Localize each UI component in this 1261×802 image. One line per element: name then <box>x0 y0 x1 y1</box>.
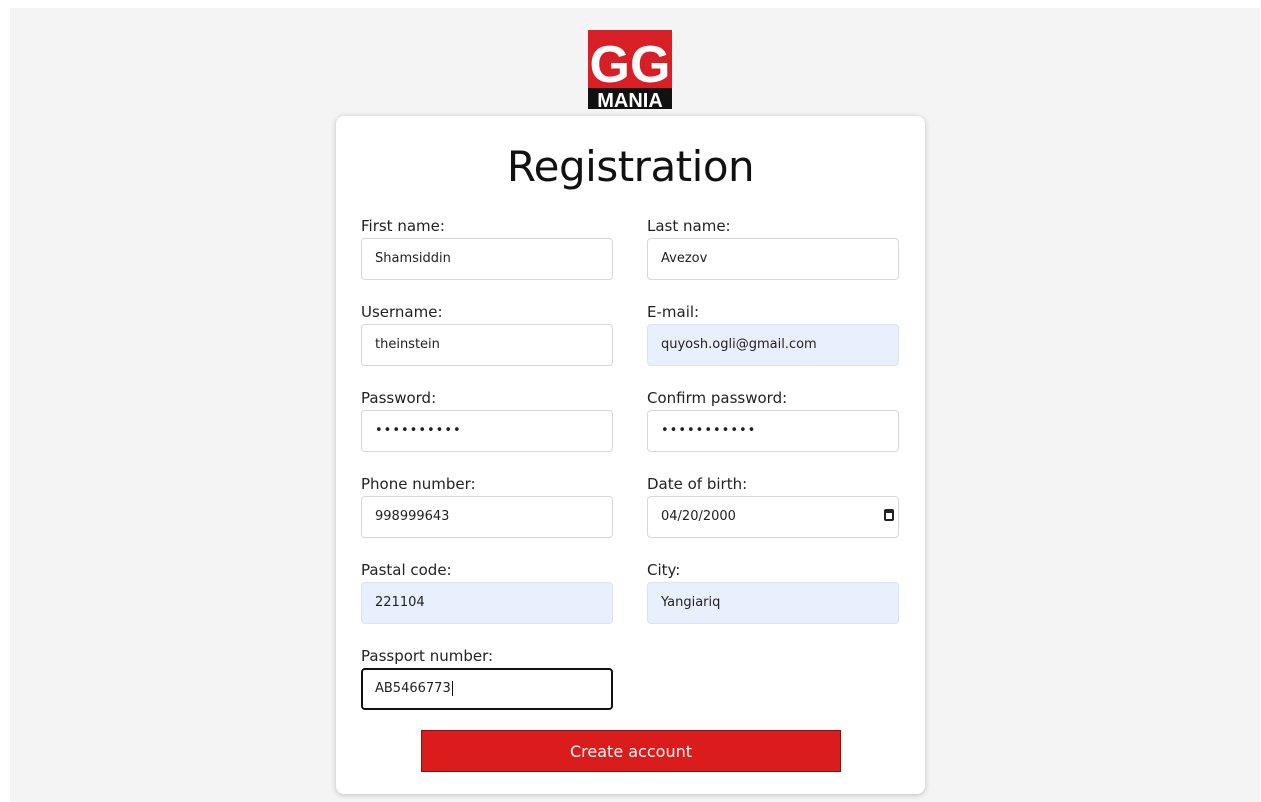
first-name-label: First name: <box>361 217 445 235</box>
passport-value: AB5466773 <box>375 681 451 696</box>
dob-label: Date of birth: <box>647 475 748 493</box>
logo-mania-text: MANIA <box>597 90 663 109</box>
password-label: Password: <box>361 389 437 407</box>
first-name-input[interactable]: Shamsiddin <box>361 238 613 280</box>
city-label: City: <box>647 561 681 579</box>
calendar-icon[interactable] <box>884 509 894 521</box>
city-field: City: Yangiariq <box>647 560 899 624</box>
city-input[interactable]: Yangiariq <box>647 582 899 624</box>
logo-gg-text: GG <box>590 36 671 94</box>
postal-code-label: Pastal code: <box>361 561 452 579</box>
dob-input[interactable]: 04/20/2000 <box>647 496 899 538</box>
email-label: E-mail: <box>647 303 700 321</box>
confirm-password-label: Confirm password: <box>647 389 788 407</box>
password-input[interactable]: •••••••••• <box>361 410 613 452</box>
page-background: GG MANIA Registration First name: Shamsi… <box>10 8 1260 802</box>
text-caret <box>451 681 453 696</box>
dob-field: Date of birth: 04/20/2000 <box>647 474 899 538</box>
email-input[interactable]: quyosh.ogli@gmail.com <box>647 324 899 366</box>
username-input[interactable]: theinstein <box>361 324 613 366</box>
first-name-field: First name: Shamsiddin <box>361 216 613 280</box>
registration-card: Registration First name: Shamsiddin Last… <box>336 116 925 794</box>
passport-label: Passport number: <box>361 647 494 665</box>
confirm-password-field: Confirm password: ••••••••••• <box>647 388 899 452</box>
gg-mania-logo: GG MANIA <box>588 30 672 109</box>
username-label: Username: <box>361 303 443 321</box>
last-name-label: Last name: <box>647 217 731 235</box>
dob-value: 04/20/2000 <box>661 509 736 524</box>
last-name-input[interactable]: Avezov <box>647 238 899 280</box>
passport-input[interactable]: AB5466773 <box>361 668 613 710</box>
phone-input[interactable]: 998999643 <box>361 496 613 538</box>
phone-field: Phone number: 998999643 <box>361 474 613 538</box>
username-field: Username: theinstein <box>361 302 613 366</box>
last-name-field: Last name: Avezov <box>647 216 899 280</box>
passport-field: Passport number: AB5466773 <box>361 646 613 710</box>
postal-code-input[interactable]: 221104 <box>361 582 613 624</box>
email-field: E-mail: quyosh.ogli@gmail.com <box>647 302 899 366</box>
create-account-button[interactable]: Create account <box>421 730 841 772</box>
confirm-password-input[interactable]: ••••••••••• <box>647 410 899 452</box>
password-field: Password: •••••••••• <box>361 388 613 452</box>
page-title: Registration <box>506 142 755 191</box>
phone-label: Phone number: <box>361 475 476 493</box>
postal-code-field: Pastal code: 221104 <box>361 560 613 624</box>
